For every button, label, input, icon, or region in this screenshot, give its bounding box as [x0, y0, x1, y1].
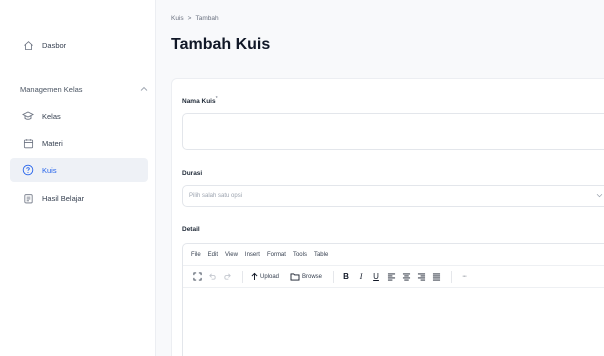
page-title: Tambah Kuis: [171, 36, 271, 53]
breadcrumb-link-kuis[interactable]: Kuis: [171, 15, 184, 22]
menu-file[interactable]: File: [191, 252, 201, 258]
durasi-label: Durasi: [182, 170, 203, 177]
more-options-button[interactable]: ···: [458, 269, 470, 285]
editor-menubar: File Edit View Insert Format Tools Table: [183, 244, 604, 266]
breadcrumb: Kuis > Tambah: [171, 15, 219, 22]
toolbar-divider: [333, 270, 335, 283]
sidebar-item-kuis[interactable]: Kuis: [10, 158, 148, 182]
browse-label: Browse: [302, 273, 323, 280]
breadcrumb-separator: >: [187, 15, 192, 22]
upload-label: Upload: [260, 273, 280, 280]
sidebar-item-kelas[interactable]: Kelas: [10, 104, 148, 128]
sidebar: Dasbor Managemen Kelas Kelas Materi Kuis…: [0, 0, 156, 356]
sidebar-section-label: Managemen Kelas: [20, 85, 83, 94]
form-card: Nama Kuis* Durasi Pilih salah satu opsi …: [171, 78, 604, 356]
align-justify-icon[interactable]: [430, 269, 442, 285]
sidebar-item-hasil-belajar[interactable]: Hasil Belajar: [10, 186, 148, 210]
detail-label: Detail: [182, 226, 200, 233]
menu-edit[interactable]: Edit: [208, 252, 218, 258]
editor-content-area[interactable]: [183, 288, 604, 356]
home-icon: [21, 38, 35, 52]
sidebar-item-label: Kuis: [42, 165, 57, 175]
editor-toolbar: Upload Browse B I U ···: [183, 266, 604, 288]
sidebar-item-materi[interactable]: Materi: [10, 131, 148, 155]
chevron-down-icon: [596, 193, 603, 200]
graduation-cap-icon: [21, 109, 35, 123]
menu-format[interactable]: Format: [267, 252, 286, 258]
sidebar-item-label: Materi: [42, 138, 63, 148]
sidebar-section-managemen-kelas[interactable]: Managemen Kelas: [20, 85, 148, 94]
align-right-icon[interactable]: [415, 269, 427, 285]
toolbar-divider: [242, 270, 243, 283]
main-content: Kuis > Tambah Tambah Kuis Nama Kuis* Dur…: [156, 0, 604, 356]
durasi-select[interactable]: Pilih salah satu opsi: [182, 185, 604, 207]
upload-button[interactable]: Upload: [249, 269, 281, 285]
menu-table[interactable]: Table: [314, 252, 328, 258]
breadcrumb-current: Tambah: [195, 15, 219, 22]
nama-kuis-label: Nama Kuis*: [182, 96, 218, 105]
durasi-select-placeholder: Pilih salah satu opsi: [189, 193, 243, 199]
underline-button[interactable]: U: [370, 269, 382, 285]
rich-text-editor: File Edit View Insert Format Tools Table: [182, 243, 604, 356]
nama-kuis-label-text: Nama Kuis: [182, 98, 216, 106]
clipboard-icon: [21, 191, 35, 205]
sidebar-item-label: Kelas: [42, 111, 61, 121]
italic-button[interactable]: I: [355, 269, 367, 285]
sidebar-item-label: Dasbor: [42, 40, 67, 50]
required-mark: *: [215, 96, 218, 102]
align-left-icon[interactable]: [385, 269, 397, 285]
calendar-icon: [21, 136, 35, 150]
sidebar-item-label: Hasil Belajar: [42, 193, 85, 203]
menu-tools[interactable]: Tools: [293, 252, 307, 258]
menu-insert[interactable]: Insert: [245, 252, 260, 258]
undo-icon[interactable]: [206, 269, 218, 285]
bold-button[interactable]: B: [340, 269, 352, 285]
fullscreen-icon[interactable]: [191, 269, 203, 285]
menu-view[interactable]: View: [225, 252, 238, 258]
align-center-icon[interactable]: [400, 269, 412, 285]
toolbar-divider: [451, 270, 453, 283]
sidebar-item-dashboard[interactable]: Dasbor: [10, 33, 148, 57]
browse-button[interactable]: Browse: [288, 269, 324, 285]
help-circle-icon: [21, 163, 35, 177]
nama-kuis-input[interactable]: [182, 113, 604, 150]
chevron-up-icon[interactable]: [140, 85, 148, 94]
folder-icon: [290, 272, 300, 281]
arrow-up-icon: [251, 272, 258, 280]
redo-icon[interactable]: [221, 269, 233, 285]
